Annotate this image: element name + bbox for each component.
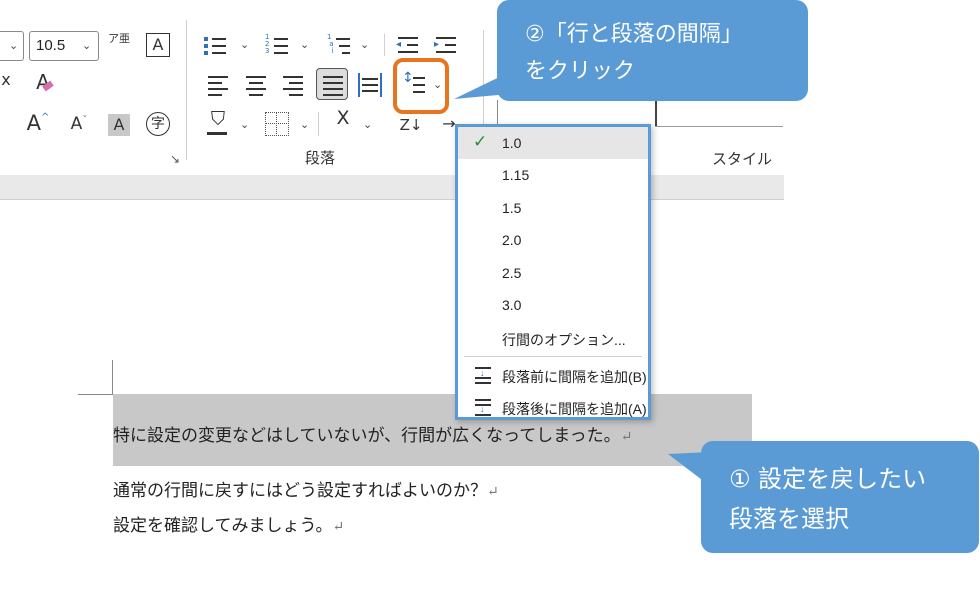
font-dialog-launcher-icon[interactable]: ↘ [170, 152, 180, 166]
style-gallery-edge [655, 126, 783, 127]
font-name-dropdown[interactable]: ⌄ [0, 31, 24, 61]
margin-marker [112, 360, 113, 395]
chevron-down-icon: ⌄ [9, 39, 19, 52]
callout-step-2-line1: ②「行と段落の間隔」 [525, 22, 743, 47]
add-space-before-item[interactable]: ↓ 段落前に間隔を追加(B) [458, 359, 648, 391]
doc-paragraph-3[interactable]: 設定を確認してみましょう。↵ [113, 511, 344, 536]
chevron-down-icon[interactable]: ⌄ [300, 118, 309, 131]
grow-font-letter: A [26, 111, 41, 135]
paragraph-mark: ↵ [620, 429, 633, 445]
align-center-icon[interactable] [243, 73, 269, 97]
option-label: 3.0 [502, 297, 522, 313]
space-after-icon: ↓ [473, 399, 491, 416]
chevron-down-icon[interactable]: ⌄ [363, 118, 372, 131]
line-spacing-option-1-5[interactable]: 1.5 [458, 192, 648, 224]
font-size-value: 10.5 [36, 37, 66, 54]
multilevel-list-icon[interactable]: 1 a i [327, 34, 353, 58]
asian-layout-icon[interactable]: Ⅹ [330, 109, 356, 128]
character-border-letter: A [152, 35, 164, 54]
checkmark-icon: ✓ [473, 132, 488, 151]
option-label: 行間のオプション... [502, 332, 626, 348]
callout-step-1-line1: ① 設定を戻したい [729, 465, 927, 493]
option-label: 1.15 [502, 167, 530, 183]
chevron-down-icon[interactable]: ⌄ [240, 38, 249, 51]
shrink-font-icon[interactable]: Aˇ [66, 116, 92, 133]
justify-icon[interactable] [316, 68, 348, 100]
callout-step-1: ① 設定を戻したい 段落を選択 [701, 441, 979, 553]
align-right-icon[interactable] [280, 73, 306, 97]
ribbon-footer-band [0, 175, 784, 200]
line-spacing-option-2-0[interactable]: 2.0 [458, 224, 648, 256]
character-shading-icon[interactable]: A [108, 114, 130, 136]
grow-font-icon[interactable]: A^ [25, 113, 51, 134]
line-spacing-option-2-5[interactable]: 2.5 [458, 257, 648, 289]
separator [318, 112, 319, 136]
chevron-down-icon[interactable]: ⌄ [300, 38, 309, 51]
option-label: 段落後に間隔を追加(A) [502, 401, 647, 417]
subscript-icon[interactable]: x [0, 72, 12, 88]
separator [384, 34, 385, 56]
chevron-down-icon[interactable]: ⌄ [360, 38, 369, 51]
menu-separator [464, 356, 642, 357]
paragraph-mark: ↵ [332, 519, 345, 535]
chevron-down-icon[interactable]: ⌄ [240, 118, 249, 131]
enclose-characters-char: 字 [151, 116, 165, 132]
doc-paragraph-1[interactable]: 特に設定の変更などはしていないが、行間が広くなってしまった。↵ [113, 421, 632, 446]
character-shading-letter: A [113, 115, 125, 134]
option-label: 1.5 [502, 200, 522, 216]
doc-paragraph-1-text: 特に設定の変更などはしていないが、行間が広くなってしまった。 [113, 426, 621, 446]
paragraph-mark: ↵ [487, 484, 499, 500]
doc-paragraph-2-text: 通常の行間に戻すにはどう設定すればよいのか？ [113, 481, 487, 501]
bullets-icon[interactable] [203, 34, 229, 58]
space-before-icon: ↓ [473, 367, 491, 384]
ruby-icon-text: ア亜 [108, 32, 130, 45]
numbering-icon[interactable]: 123 [265, 34, 291, 58]
character-border-icon[interactable]: A [146, 33, 170, 57]
line-spacing-menu: ✓ 1.0 1.15 1.5 2.0 2.5 3.0 行間のオプション... ↓… [455, 124, 651, 420]
line-spacing-option-1-0[interactable]: ✓ 1.0 [458, 127, 648, 159]
callout-step-2-line2: をクリック [525, 59, 636, 84]
distributed-icon[interactable] [358, 73, 384, 97]
add-space-after-item[interactable]: ↓ 段落後に間隔を追加(A) [458, 391, 648, 423]
option-label: 1.0 [502, 135, 522, 151]
line-spacing-option-1-15[interactable]: 1.15 [458, 159, 648, 191]
paragraph-group-label: 段落 [305, 149, 336, 167]
option-label: 段落前に間隔を追加(B) [502, 369, 647, 385]
clear-formatting-icon[interactable]: A [30, 72, 56, 92]
chevron-down-icon: ⌄ [82, 39, 92, 52]
line-spacing-options-item[interactable]: 行間のオプション... [458, 322, 648, 354]
font-size-dropdown[interactable]: 10.5 ⌄ [29, 31, 99, 61]
sort-icon[interactable]: Z↓ [397, 118, 425, 133]
styles-group-label: スタイル [712, 150, 773, 168]
enclose-characters-icon[interactable]: 字 [146, 112, 170, 136]
ruby-icon[interactable]: ア亜 [108, 33, 130, 45]
option-label: 2.5 [502, 265, 522, 281]
doc-paragraph-3-text: 設定を確認してみましょう。 [113, 516, 333, 536]
callout-step-2: ②「行と段落の間隔」 をクリック [497, 0, 808, 101]
style-gallery-edge [655, 101, 657, 127]
borders-icon[interactable] [265, 112, 289, 136]
shading-paint-bucket-icon[interactable]: ⛉ [205, 110, 231, 135]
margin-marker [78, 394, 113, 395]
callout-step-1-line2: 段落を選択 [729, 505, 849, 533]
line-spacing-option-3-0[interactable]: 3.0 [458, 289, 648, 321]
align-left-icon[interactable] [205, 73, 231, 97]
shrink-font-letter: A [70, 114, 83, 134]
option-label: 2.0 [502, 232, 522, 248]
doc-paragraph-2[interactable]: 通常の行間に戻すにはどう設定すればよいのか？↵ [113, 476, 499, 501]
decrease-indent-icon[interactable]: ◂ [395, 34, 421, 58]
group-separator [186, 20, 187, 160]
